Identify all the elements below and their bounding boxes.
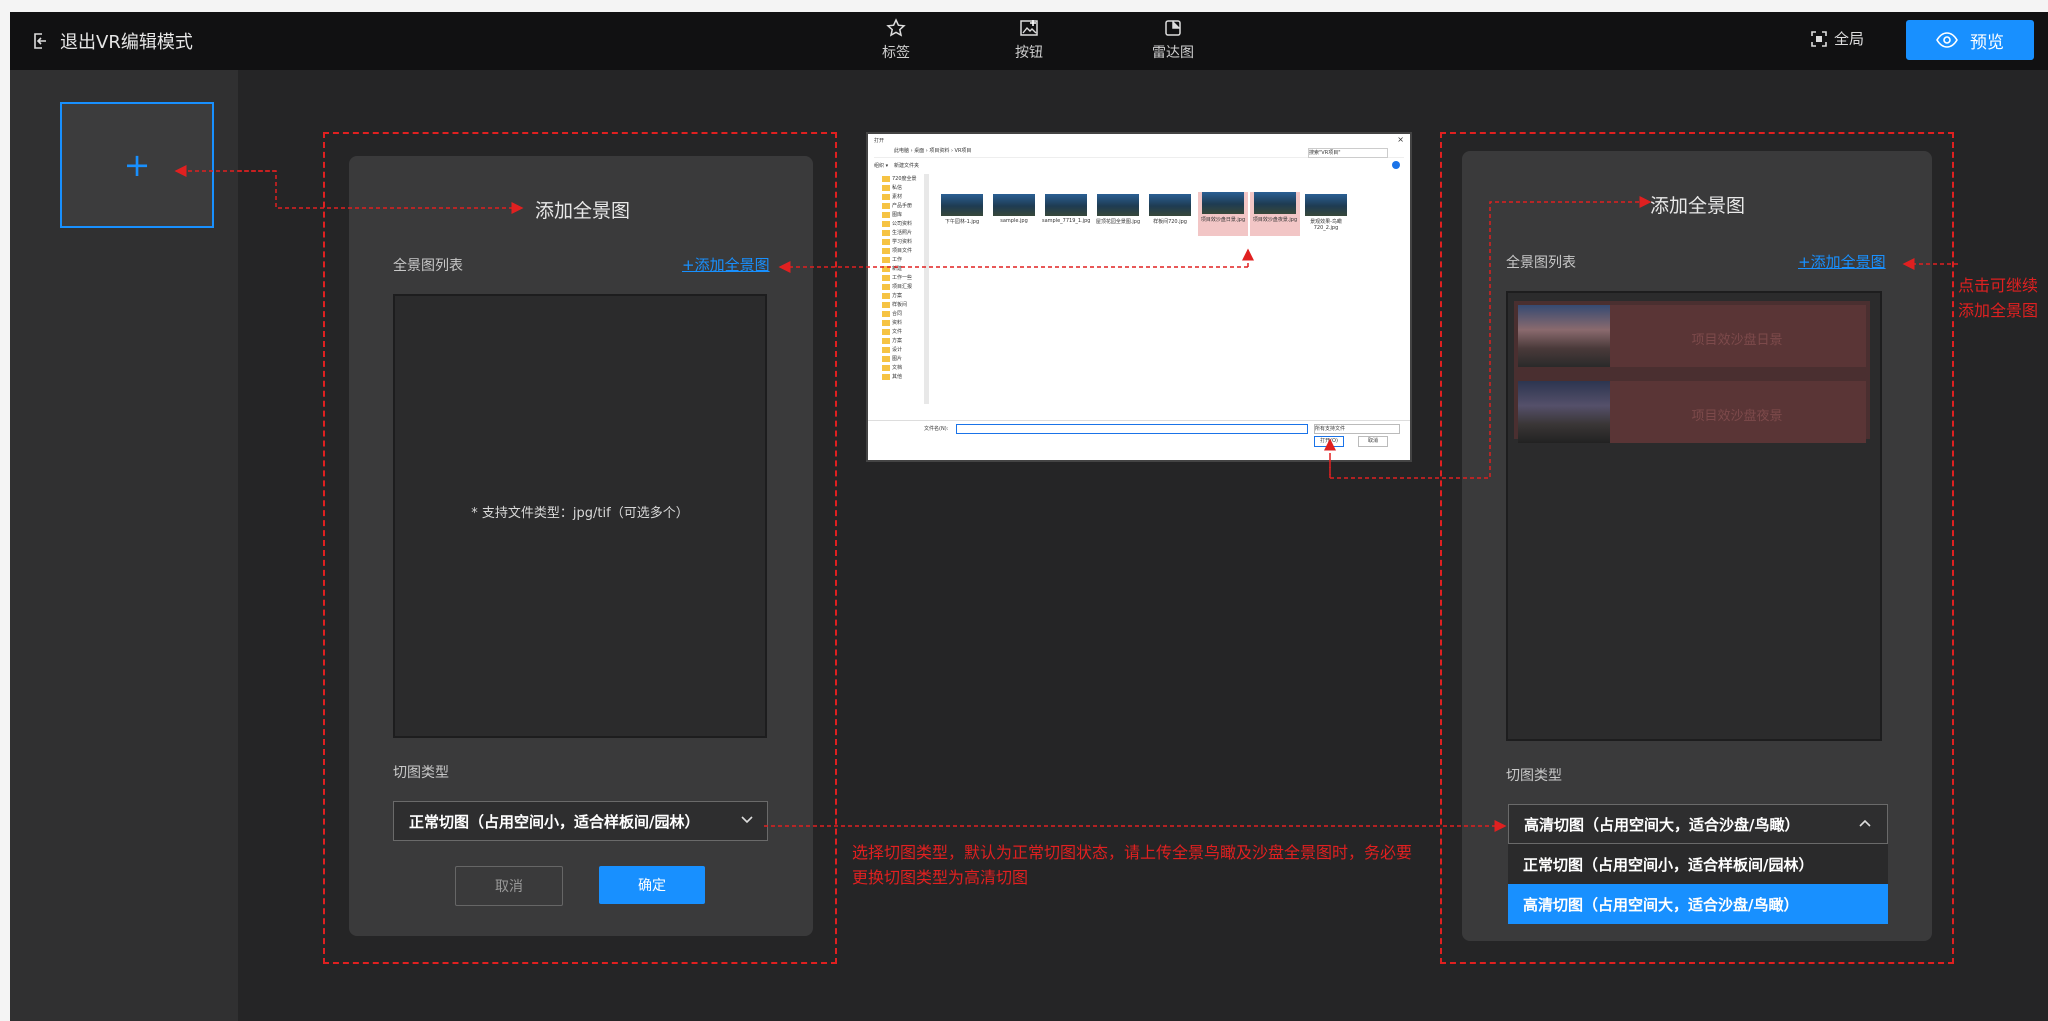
annotation-connectors	[174, 165, 1958, 832]
connector-add-to-title	[238, 170, 524, 214]
connector-open-to-right-title	[1329, 196, 1652, 479]
